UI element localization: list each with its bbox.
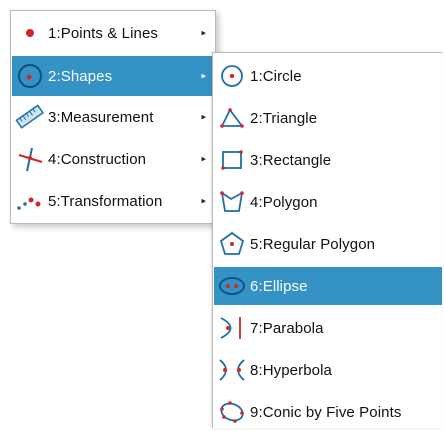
menu-item-label: 4:Construction: [48, 150, 147, 168]
polygon-icon: [214, 183, 250, 221]
conic-five-points-icon: [214, 393, 250, 431]
submenu-item-label: 5:Regular Polygon: [250, 235, 376, 253]
geometry-menu: 1:Points & Lines ▸ 2:Shapes ▸ 3:Measurem…: [10, 10, 216, 224]
menu-item-measurement[interactable]: 3:Measurement ▸: [12, 98, 214, 136]
menu-item-label: 2:Shapes: [48, 67, 113, 85]
submenu-item-conic-five-points[interactable]: 9:Conic by Five Points: [214, 393, 442, 431]
ellipse-icon: [214, 267, 250, 305]
submenu-item-hyperbola[interactable]: 8:Hyperbola: [214, 351, 442, 389]
submenu-item-label: 8:Hyperbola: [250, 361, 332, 379]
menu-item-label: 3:Measurement: [48, 108, 154, 126]
circle-icon: [214, 57, 250, 95]
construction-icon: [12, 140, 48, 178]
submenu-arrow-icon: ▸: [201, 70, 206, 81]
shapes-submenu: 1:Circle 2:Triangle 3:Rectangle 4:Polygo…: [212, 52, 442, 428]
submenu-arrow-icon: ▸: [201, 111, 206, 122]
triangle-icon: [214, 99, 250, 137]
submenu-item-label: 4:Polygon: [250, 193, 318, 211]
submenu-item-label: 7:Parabola: [250, 319, 324, 337]
submenu-item-triangle[interactable]: 2:Triangle: [214, 99, 442, 137]
submenu-item-label: 1:Circle: [250, 67, 302, 85]
rectangle-icon: [214, 141, 250, 179]
submenu-arrow-icon: ▸: [201, 153, 206, 164]
ruler-icon: [12, 98, 48, 136]
shapes-icon: [12, 57, 48, 95]
point-icon: [12, 14, 48, 52]
submenu-item-regular-polygon[interactable]: 5:Regular Polygon: [214, 225, 442, 263]
submenu-arrow-icon: ▸: [201, 195, 206, 206]
menu-item-construction[interactable]: 4:Construction ▸: [12, 140, 214, 178]
transformation-icon: [12, 182, 48, 220]
submenu-item-parabola[interactable]: 7:Parabola: [214, 309, 442, 347]
submenu-item-label: 3:Rectangle: [250, 151, 332, 169]
submenu-item-rectangle[interactable]: 3:Rectangle: [214, 141, 442, 179]
parabola-icon: [214, 309, 250, 347]
menu-item-label: 5:Transformation: [48, 192, 163, 210]
submenu-item-label: 2:Triangle: [250, 109, 318, 127]
submenu-item-circle[interactable]: 1:Circle: [214, 57, 442, 95]
hyperbola-icon: [214, 351, 250, 389]
submenu-arrow-icon: ▸: [201, 27, 206, 38]
submenu-item-ellipse[interactable]: 6:Ellipse: [214, 267, 442, 305]
menu-item-points-lines[interactable]: 1:Points & Lines ▸: [12, 14, 214, 52]
submenu-item-polygon[interactable]: 4:Polygon: [214, 183, 442, 221]
menu-item-transformation[interactable]: 5:Transformation ▸: [12, 182, 214, 220]
menu-item-shapes[interactable]: 2:Shapes ▸: [12, 56, 214, 96]
regular-polygon-icon: [214, 225, 250, 263]
submenu-item-label: 9:Conic by Five Points: [250, 403, 402, 421]
submenu-item-label: 6:Ellipse: [250, 277, 308, 295]
menu-item-label: 1:Points & Lines: [48, 24, 158, 42]
